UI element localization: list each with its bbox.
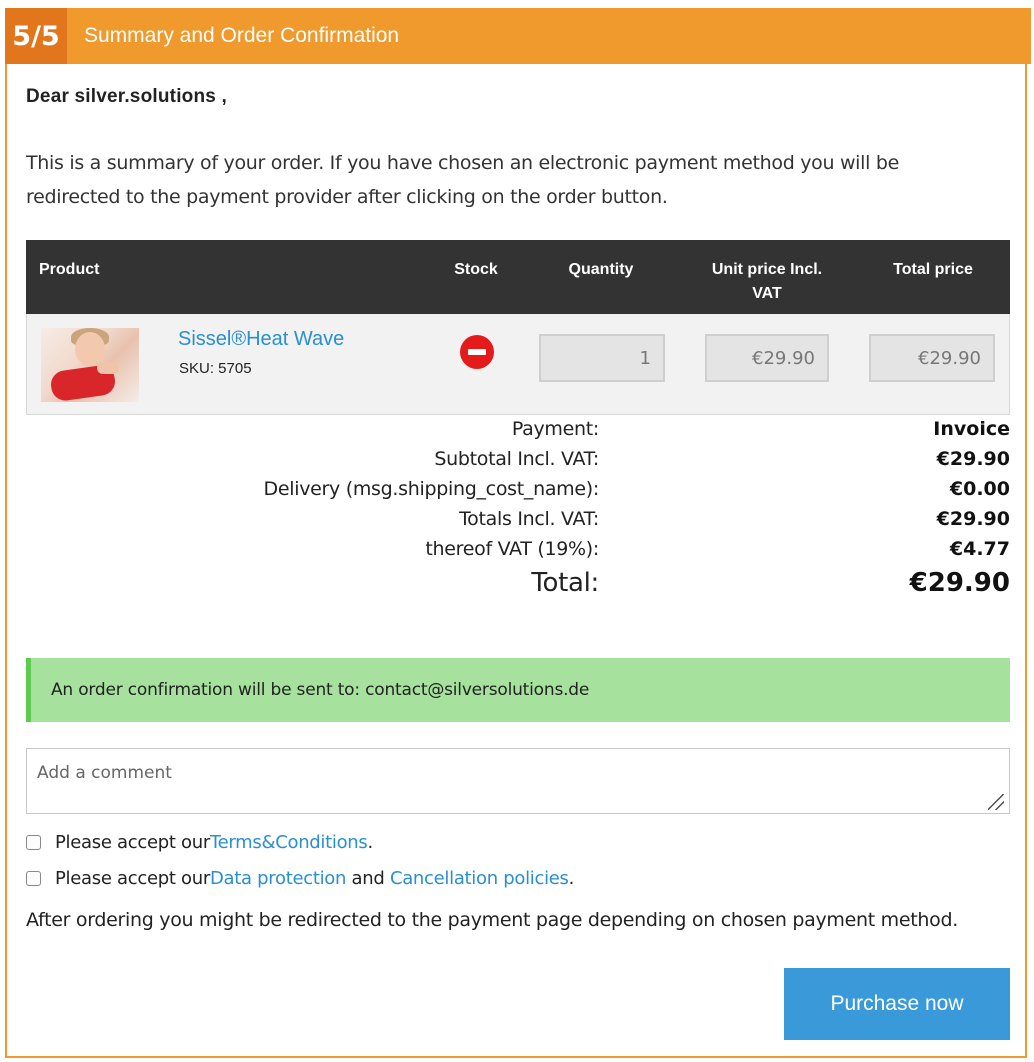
col-quantity: Quantity xyxy=(568,261,634,278)
subtotal-label: Subtotal Incl. VAT: xyxy=(434,448,599,470)
cancellation-policies-link[interactable]: Cancellation policies xyxy=(390,868,569,889)
step-number: 5/5 xyxy=(5,8,67,64)
after-ordering-text: After ordering you might be redirected t… xyxy=(26,909,958,931)
intro-text: This is a summary of your order. If you … xyxy=(26,152,900,208)
greeting: Dear silver.solutions , xyxy=(26,86,228,107)
col-unit-price: Unit price Incl. VAT xyxy=(711,261,823,302)
table-header: Product Stock Quantity Unit price Incl. … xyxy=(26,240,1010,314)
comment-input[interactable] xyxy=(26,748,1010,814)
order-table: Product Stock Quantity Unit price Incl. … xyxy=(26,240,1010,415)
table-row: Sissel®Heat Wave SKU: 5705 1 €29.90 €29.… xyxy=(26,314,1010,415)
delivery-label: Delivery (msg.shipping_cost_name): xyxy=(263,478,600,500)
terms-link[interactable]: Terms&Conditions xyxy=(210,832,368,853)
col-product: Product xyxy=(39,261,100,278)
totals-label: Totals Incl. VAT: xyxy=(459,508,599,530)
privacy-row: Please accept our Data protection and Ca… xyxy=(26,868,574,889)
quantity-field: 1 xyxy=(539,334,665,382)
total-value: €29.90 xyxy=(909,568,1010,598)
privacy-middle: and xyxy=(346,868,390,889)
summary-subtotal: Subtotal Incl. VAT: €29.90 xyxy=(26,448,1010,478)
delivery-value: €0.00 xyxy=(949,478,1010,500)
product-name-link[interactable]: Sissel®Heat Wave xyxy=(178,328,344,351)
total-label: Total: xyxy=(531,568,599,598)
summary-totals: Totals Incl. VAT: €29.90 xyxy=(26,508,1010,538)
total-price-field: €29.90 xyxy=(869,334,995,382)
totals-value: €29.90 xyxy=(936,508,1010,530)
confirmation-notice: An order confirmation will be sent to: c… xyxy=(26,658,1010,722)
out-of-stock-icon xyxy=(460,335,494,369)
terms-row: Please accept our Terms&Conditions. xyxy=(26,832,373,853)
col-stock: Stock xyxy=(454,261,498,278)
subtotal-value: €29.90 xyxy=(936,448,1010,470)
purchase-now-button[interactable]: Purchase now xyxy=(784,968,1010,1040)
resize-grip-icon[interactable] xyxy=(988,794,1004,810)
summary-total: Total: €29.90 xyxy=(26,568,1010,608)
col-total-price: Total price xyxy=(893,261,973,278)
step-title: Summary and Order Confirmation xyxy=(84,24,400,47)
payment-label: Payment: xyxy=(511,418,599,440)
order-summary: Payment: Invoice Subtotal Incl. VAT: €29… xyxy=(26,418,1010,608)
payment-value: Invoice xyxy=(933,418,1010,440)
vat-label: thereof VAT (19%): xyxy=(425,538,599,560)
data-protection-link[interactable]: Data protection xyxy=(210,868,346,889)
summary-vat: thereof VAT (19%): €4.77 xyxy=(26,538,1010,568)
terms-checkbox[interactable] xyxy=(26,835,41,850)
step-header: 5/5 Summary and Order Confirmation xyxy=(5,8,1031,64)
terms-suffix: . xyxy=(367,832,374,853)
product-sku: SKU: 5705 xyxy=(179,360,252,377)
summary-payment: Payment: Invoice xyxy=(26,418,1010,448)
vat-value: €4.77 xyxy=(949,538,1010,560)
terms-prefix: Please accept our xyxy=(55,832,210,853)
privacy-checkbox[interactable] xyxy=(26,871,41,886)
summary-delivery: Delivery (msg.shipping_cost_name): €0.00 xyxy=(26,478,1010,508)
privacy-suffix: . xyxy=(568,868,575,889)
unit-price-field: €29.90 xyxy=(705,334,829,382)
privacy-prefix: Please accept our xyxy=(55,868,210,889)
product-image[interactable] xyxy=(41,328,139,402)
